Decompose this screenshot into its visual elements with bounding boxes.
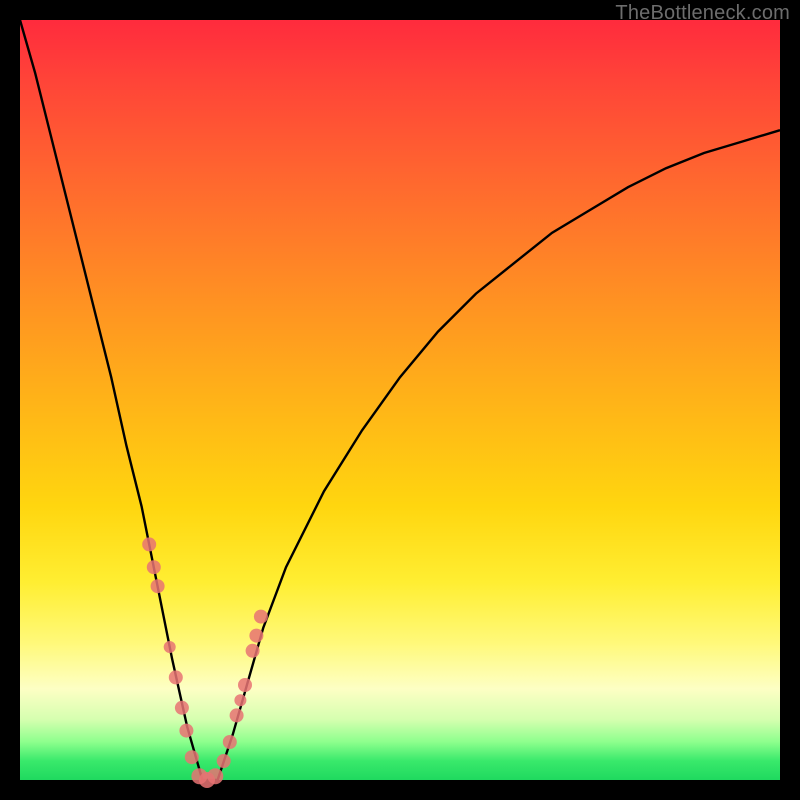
scatter-point: [223, 735, 237, 749]
plot-area: [20, 20, 780, 780]
scatter-point: [151, 579, 165, 593]
scatter-point: [234, 694, 246, 706]
scatter-point: [142, 537, 156, 551]
scatter-point: [246, 644, 260, 658]
scatter-point: [249, 629, 263, 643]
bottleneck-curve: [20, 20, 780, 780]
chart-frame: TheBottleneck.com: [0, 0, 800, 800]
scatter-point: [179, 724, 193, 738]
scatter-point: [217, 754, 231, 768]
scatter-points: [142, 537, 268, 788]
scatter-point: [230, 708, 244, 722]
chart-svg: [20, 20, 780, 780]
scatter-point: [147, 560, 161, 574]
scatter-point: [254, 610, 268, 624]
scatter-point: [238, 678, 252, 692]
scatter-point: [169, 670, 183, 684]
scatter-point: [164, 641, 176, 653]
scatter-point: [175, 701, 189, 715]
scatter-point: [207, 768, 223, 784]
watermark-text: TheBottleneck.com: [615, 2, 790, 25]
scatter-point: [185, 750, 199, 764]
